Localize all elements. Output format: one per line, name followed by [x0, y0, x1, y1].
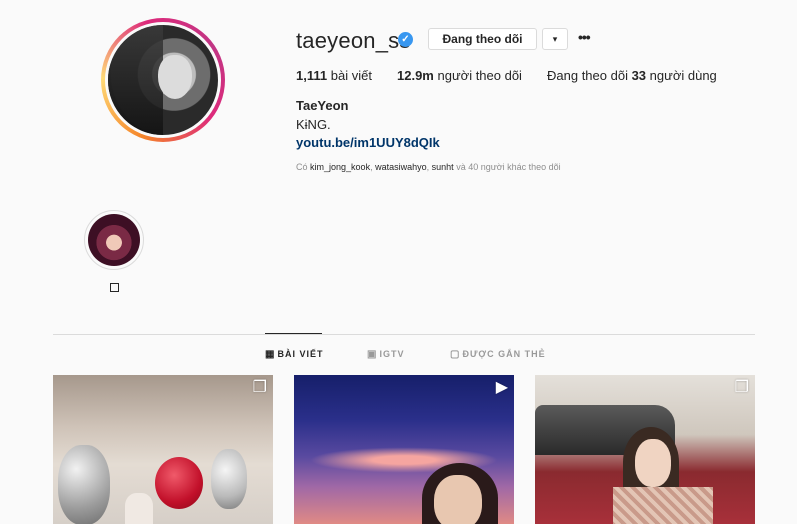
- chevron-down-icon[interactable]: ▾: [542, 28, 568, 50]
- story-highlight[interactable]: [84, 210, 144, 270]
- tab-igtv[interactable]: ▣ IGTV: [367, 349, 404, 360]
- carousel-icon: ❐: [252, 379, 267, 396]
- profile-link[interactable]: youtu.be/im1UUY8dQIk: [296, 135, 440, 150]
- tab-tagged[interactable]: ▢ ĐƯỢC GẮN THẺ: [450, 349, 546, 360]
- following-count[interactable]: Đang theo dõi 33 người dùng: [547, 68, 717, 83]
- tabs-divider: [53, 334, 755, 335]
- post-thumbnail[interactable]: ❐: [535, 375, 755, 524]
- more-options-icon[interactable]: •••: [578, 28, 596, 48]
- post-thumbnail[interactable]: ❐: [53, 375, 273, 524]
- profile-username: taeyeon_ss: [296, 28, 411, 53]
- profile-avatar[interactable]: [101, 18, 225, 142]
- profile-full-name: TaeYeon: [296, 98, 349, 113]
- post-thumbnail[interactable]: ▶: [294, 375, 514, 524]
- tagged-icon: ▢: [450, 349, 460, 360]
- grid-icon: ▦: [265, 349, 275, 360]
- carousel-icon: ❐: [734, 379, 749, 396]
- followers-count[interactable]: 12.9m người theo dõi: [397, 68, 522, 83]
- profile-bio: KɨNG.: [296, 117, 331, 132]
- active-tab-indicator: [265, 333, 322, 334]
- following-button[interactable]: Đang theo dõi: [428, 28, 537, 50]
- highlight-cover: [88, 214, 140, 266]
- tab-posts[interactable]: ▦ BÀI VIẾT: [265, 349, 323, 360]
- verified-badge-icon: ✓: [398, 32, 413, 47]
- posts-count: 1,111 bài viết: [296, 68, 372, 83]
- avatar-photo: [108, 25, 218, 135]
- followed-by-text[interactable]: Có kim_jong_kook, watasiwahyo, sunht và …: [296, 162, 561, 172]
- highlight-label: □: [110, 283, 119, 292]
- video-icon: ▶: [495, 379, 508, 396]
- igtv-icon: ▣: [367, 349, 377, 360]
